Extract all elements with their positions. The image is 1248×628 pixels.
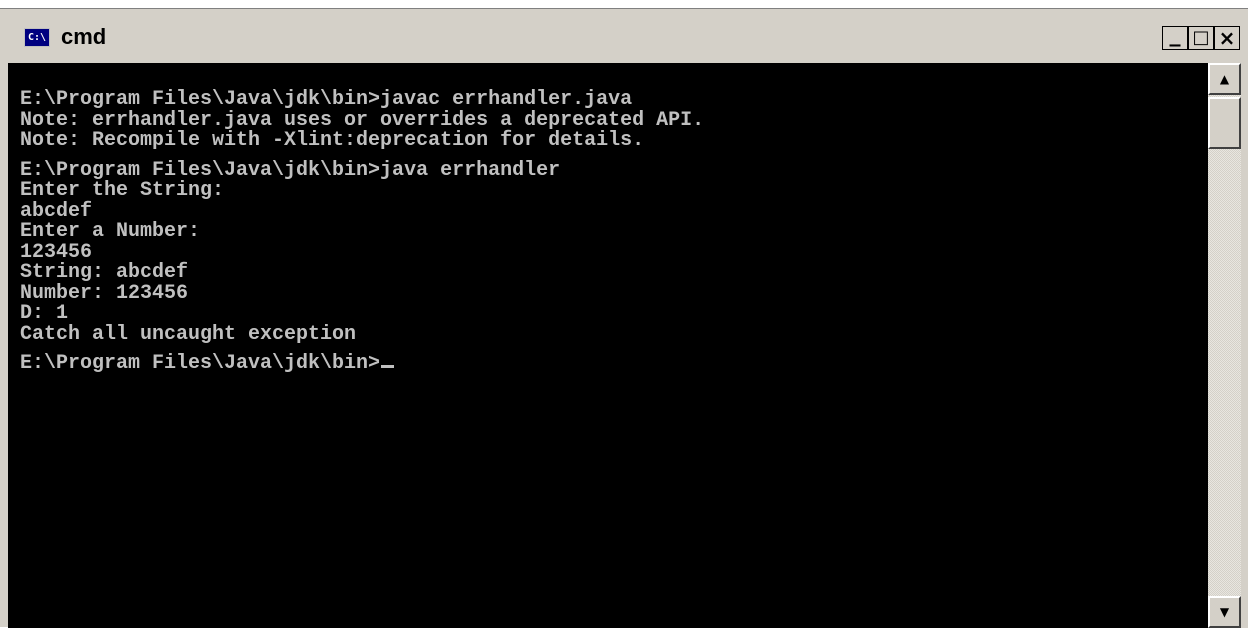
console-line: D: 1 — [20, 302, 69, 325]
console-icon[interactable]: C:\ — [24, 28, 50, 47]
console-line: abcdef — [20, 199, 93, 223]
cmd-window: C:\ cmd _ □ × E:\Program Files\Java\jdk\… — [0, 8, 1248, 628]
console-line: String: abcdef — [20, 261, 189, 284]
vertical-scrollbar[interactable]: ▲ ▼ — [1208, 63, 1241, 628]
maximize-button[interactable]: □ — [1188, 26, 1214, 50]
console-line: Note: errhandler.java uses or overrides … — [20, 108, 705, 132]
minimize-button[interactable]: _ — [1162, 24, 1188, 50]
console-line: Catch all uncaught exception — [20, 322, 357, 346]
console-line: Number: 123456 — [20, 281, 189, 305]
scroll-thumb[interactable] — [1208, 97, 1241, 149]
console-lines: E:\Program Files\Java\jdk\bin>javac errh… — [20, 88, 705, 375]
scroll-up-arrow-icon[interactable]: ▲ — [1208, 63, 1241, 95]
console-line: Enter the String: — [20, 179, 225, 202]
console-line: Note: Recompile with -Xlint:deprecation … — [20, 129, 645, 152]
console-line: Enter a Number: — [20, 220, 201, 243]
console-output-area[interactable]: E:\Program Files\Java\jdk\bin>javac errh… — [8, 63, 1208, 628]
console-line: 123456 — [20, 240, 93, 264]
console-prompt-line[interactable]: E:\Program Files\Java\jdk\bin> — [20, 352, 704, 375]
console-line: E:\Program Files\Java\jdk\bin>java errha… — [20, 158, 561, 182]
window-frame-right — [1241, 63, 1248, 628]
console-line: E:\Program Files\Java\jdk\bin>javac errh… — [20, 88, 633, 111]
close-button[interactable]: × — [1214, 26, 1240, 50]
text-cursor — [381, 365, 395, 368]
title-bar[interactable]: C:\ cmd _ □ × — [0, 9, 1248, 63]
console-prompt: E:\Program Files\Java\jdk\bin> — [20, 352, 381, 375]
scroll-down-arrow-icon[interactable]: ▼ — [1208, 596, 1241, 628]
window-title: cmd — [61, 24, 107, 49]
